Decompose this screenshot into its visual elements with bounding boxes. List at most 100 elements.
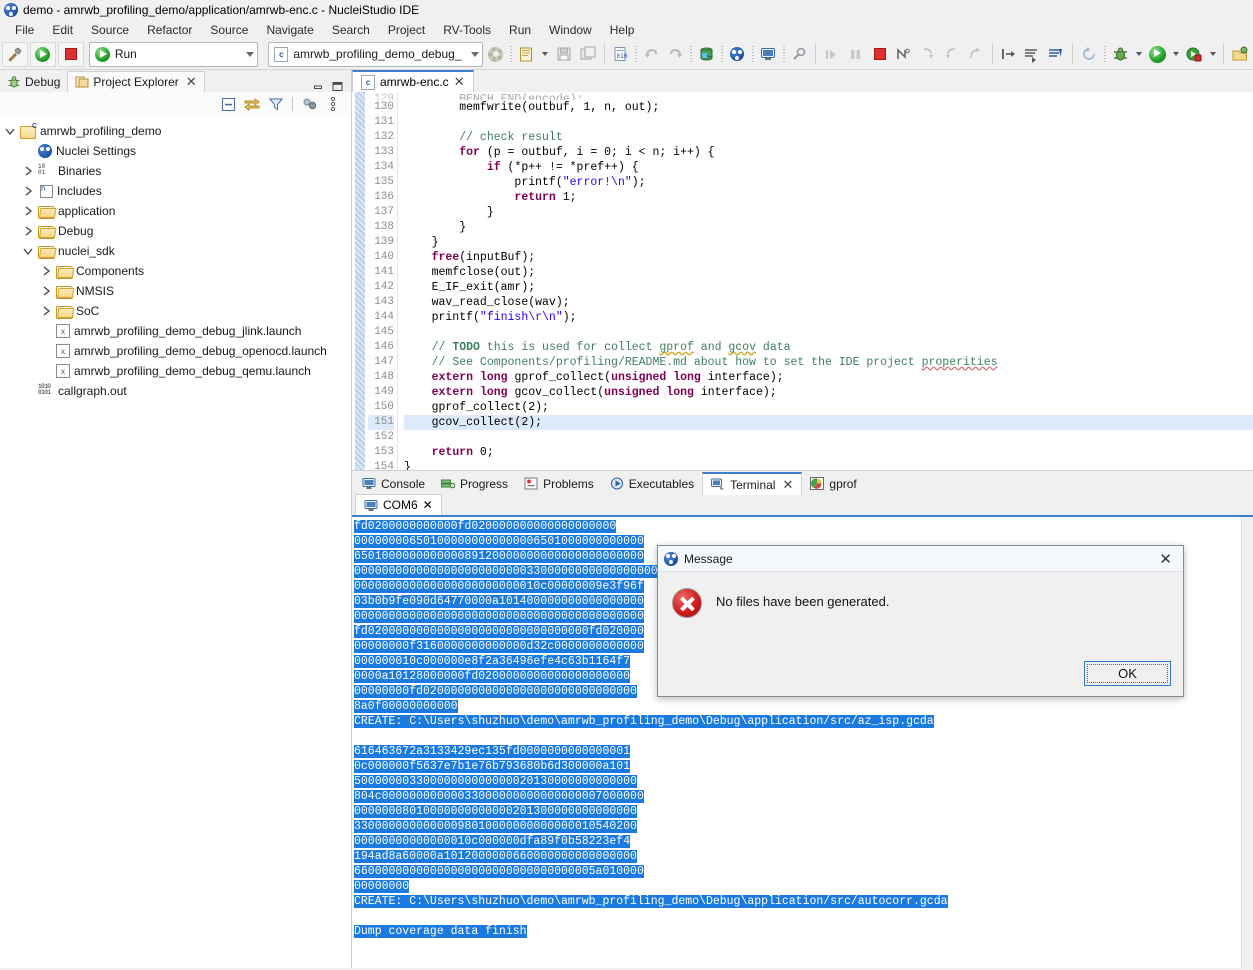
tree-expander-collapsed[interactable] <box>22 205 34 217</box>
bottom-tab-problems[interactable]: Problems <box>516 472 602 495</box>
next-annotation-button[interactable] <box>998 42 1020 66</box>
tree-expander-collapsed[interactable] <box>40 265 52 277</box>
tab-project-explorer[interactable]: Project Explorer ✕ <box>67 71 205 92</box>
code-line[interactable]: E_IF_exit(amr); <box>404 280 1253 295</box>
code-line[interactable]: gprof_collect(2); <box>404 400 1253 415</box>
code-line[interactable]: } <box>404 220 1253 235</box>
terminal-tab-com6[interactable]: COM6 ✕ <box>355 494 442 515</box>
focus-on-active-task-icon[interactable] <box>301 96 317 112</box>
tree-expander-collapsed[interactable] <box>22 225 34 237</box>
new-file-dropdown[interactable] <box>540 42 551 66</box>
tree-item-amrwb-profiling-demo-debug-qemu-launch[interactable]: x amrwb_profiling_demo_debug_qemu.launch <box>0 361 351 381</box>
tree-item-amrwb-profiling-demo-debug-jlink-launch[interactable]: x amrwb_profiling_demo_debug_jlink.launch <box>0 321 351 341</box>
save-button[interactable] <box>553 42 575 66</box>
search-button[interactable] <box>788 42 810 66</box>
menu-run[interactable]: Run <box>500 22 540 38</box>
tab-debug[interactable]: Debug <box>0 71 67 92</box>
tree-item-components[interactable]: Components <box>0 261 351 281</box>
tree-item-nuclei-settings[interactable]: Nuclei Settings <box>0 141 351 161</box>
code-editor[interactable]: 129 130 131 132 133 134 135 136 137 138 139 140 141 1… <box>352 92 1253 470</box>
binary-file-button[interactable]: 010 <box>610 42 632 66</box>
tree-expander-collapsed[interactable] <box>22 165 34 177</box>
menu-navigate[interactable]: Navigate <box>257 22 322 38</box>
menu-search[interactable]: Search <box>323 22 379 38</box>
tree-item-nmsis[interactable]: NMSIS <box>0 281 351 301</box>
code-line[interactable]: extern long gprof_collect(unsigned long … <box>404 370 1253 385</box>
code-line[interactable] <box>404 325 1253 340</box>
source-code[interactable]: BENCH_END(encode); memfwrite(outbuf, 1, … <box>398 92 1253 470</box>
debug-dropdown[interactable] <box>1133 42 1144 66</box>
debug-button[interactable] <box>1109 42 1131 66</box>
bottom-tab-terminal[interactable]: Terminal ✕ <box>702 472 803 495</box>
code-line[interactable]: } <box>404 460 1253 470</box>
code-line[interactable]: printf("error!\n"); <box>404 175 1253 190</box>
code-line[interactable] <box>404 430 1253 445</box>
resume-button[interactable] <box>29 41 56 67</box>
new-file-button[interactable] <box>516 42 538 66</box>
code-line[interactable]: } <box>404 205 1253 220</box>
collapse-all-icon[interactable] <box>220 96 236 112</box>
tree-item-soc[interactable]: SoC <box>0 301 351 321</box>
bottom-tab-progress[interactable]: Progress <box>433 472 516 495</box>
ok-button[interactable]: OK <box>1084 661 1171 686</box>
menu-rv-tools[interactable]: RV-Tools <box>434 22 500 38</box>
tree-item-debug[interactable]: Debug <box>0 221 351 241</box>
code-line[interactable]: } <box>404 235 1253 250</box>
filter-icon[interactable] <box>268 96 284 112</box>
redo-button[interactable] <box>664 42 686 66</box>
step-return-button[interactable] <box>965 42 987 66</box>
bottom-tab-gprof[interactable]: gprof <box>802 472 864 495</box>
tree-expander-expanded[interactable] <box>22 245 34 257</box>
nuclei-tools-button[interactable] <box>726 42 748 66</box>
code-line[interactable]: return 1; <box>404 190 1253 205</box>
marker-column[interactable] <box>352 92 368 470</box>
tree-expander-collapsed[interactable] <box>40 305 52 317</box>
link-with-editor-icon[interactable] <box>244 96 260 112</box>
undo-button[interactable] <box>640 42 662 66</box>
close-icon[interactable]: ✕ <box>423 498 433 512</box>
menu-edit[interactable]: Edit <box>43 22 82 38</box>
step-over-2-button[interactable] <box>941 42 963 66</box>
open-type-button[interactable] <box>1022 42 1044 66</box>
coverage-dropdown[interactable] <box>1207 42 1218 66</box>
tree-item-nuclei-sdk[interactable]: nuclei_sdk <box>0 241 351 261</box>
close-icon[interactable]: ✕ <box>1154 550 1177 568</box>
stop-button[interactable] <box>57 41 84 67</box>
launch-settings-button[interactable] <box>485 42 507 66</box>
pause-button[interactable] <box>845 42 867 66</box>
code-line[interactable]: wav_read_close(wav); <box>404 295 1253 310</box>
run-dropdown[interactable] <box>1170 42 1181 66</box>
tree-expander-expanded[interactable] <box>4 125 16 137</box>
open-resource-button[interactable] <box>1045 42 1067 66</box>
code-line[interactable]: if (*p++ != *pref++) { <box>404 160 1253 175</box>
step-over-button[interactable] <box>821 42 843 66</box>
tree-item-callgraph-out[interactable]: 1010 0101 callgraph.out <box>0 381 351 401</box>
code-line[interactable]: printf("finish\r\n"); <box>404 310 1253 325</box>
disconnect-button[interactable] <box>893 42 915 66</box>
close-icon[interactable]: ✕ <box>454 74 465 90</box>
maximize-icon[interactable] <box>332 81 343 92</box>
menu-file[interactable]: File <box>6 22 43 38</box>
coverage-button[interactable] <box>1183 42 1205 66</box>
step-into-button[interactable] <box>917 42 939 66</box>
close-icon[interactable]: ✕ <box>186 74 197 90</box>
code-line[interactable]: // check result <box>404 130 1253 145</box>
tree-item-amrwb-profiling-demo-debug-openocd-launch[interactable]: x amrwb_profiling_demo_debug_openocd.laun… <box>0 341 351 361</box>
code-line[interactable]: BENCH_END(encode); <box>404 92 1253 100</box>
code-line[interactable] <box>404 115 1253 130</box>
menu-source[interactable]: Source <box>82 22 138 38</box>
code-line[interactable]: gcov_collect(2); <box>404 415 1253 430</box>
terminal-scrollbar[interactable] <box>1241 517 1253 968</box>
run-mode-combo[interactable]: Run <box>88 41 259 67</box>
save-all-button[interactable] <box>577 42 599 66</box>
tree-item-amrwb-profiling-demo[interactable]: amrwb_profiling_demo <box>0 121 351 141</box>
open-perspective-button[interactable] <box>1229 42 1251 66</box>
code-line[interactable]: for (p = outbuf, i = 0; i < n; i++) { <box>404 145 1253 160</box>
database-button[interactable] <box>695 42 717 66</box>
menu-source-2[interactable]: Source <box>201 22 257 38</box>
menu-refactor[interactable]: Refactor <box>138 22 201 38</box>
project-tree[interactable]: amrwb_profiling_demo Nuclei Settings 1001 B… <box>0 116 351 968</box>
minimize-icon[interactable] <box>313 81 324 92</box>
tree-item-binaries[interactable]: 10 01 Binaries <box>0 161 351 181</box>
menu-project[interactable]: Project <box>379 22 434 38</box>
